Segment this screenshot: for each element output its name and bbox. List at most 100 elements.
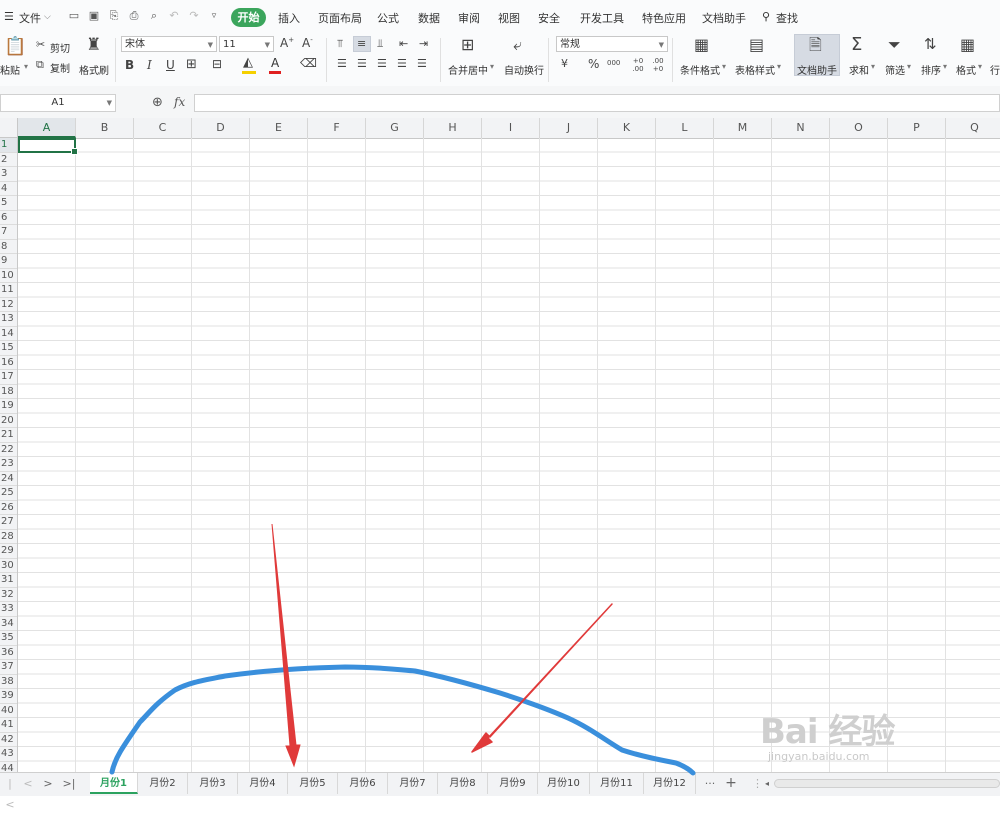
align-bottom-icon[interactable]: ⫫ xyxy=(377,38,383,49)
sheet-tab[interactable]: 月份2 xyxy=(138,773,188,794)
row-header[interactable]: 35 xyxy=(0,631,17,646)
row-header[interactable]: 25 xyxy=(0,486,17,501)
distributed-icon[interactable]: ☰ xyxy=(417,58,427,69)
column-header[interactable]: H xyxy=(424,118,482,138)
wrap-text-icon[interactable]: ⤶ xyxy=(513,37,522,53)
chevron-down-icon[interactable]: ⌵ xyxy=(44,12,51,22)
save-icon[interactable]: ▣ xyxy=(88,10,100,22)
tab-security[interactable]: 安全 xyxy=(538,10,560,26)
sheet-tab[interactable]: 月份9 xyxy=(488,773,538,794)
currency-button[interactable]: ¥ xyxy=(561,58,568,69)
column-header[interactable]: K xyxy=(598,118,656,138)
tab-insert[interactable]: 插入 xyxy=(278,10,300,26)
tab-formulas[interactable]: 公式 xyxy=(377,10,399,26)
chevron-down-icon[interactable]: ▾ xyxy=(722,62,726,71)
justify-icon[interactable]: ☰ xyxy=(397,58,407,69)
row-header[interactable]: 5 xyxy=(0,196,17,211)
row-header[interactable]: 18 xyxy=(0,385,17,399)
format-icon[interactable]: ▦ xyxy=(960,37,975,53)
chevron-down-icon[interactable]: ▾ xyxy=(777,62,781,71)
search-icon[interactable]: ⚲ xyxy=(762,10,770,23)
row-header[interactable]: 15 xyxy=(0,341,17,356)
paste-dropdown-icon[interactable]: ▾ xyxy=(24,62,28,71)
sheet-tab[interactable]: 月份6 xyxy=(338,773,388,794)
row-header[interactable]: 39 xyxy=(0,689,17,704)
align-left-icon[interactable]: ☰ xyxy=(337,58,347,69)
fill-color-icon[interactable]: ◭ xyxy=(243,56,253,69)
paste-button[interactable]: 粘贴 xyxy=(0,62,20,77)
thousands-button[interactable]: 000 xyxy=(607,60,620,67)
print-icon[interactable]: ⎙ xyxy=(128,10,140,22)
sheet-tab[interactable]: 月份1 xyxy=(90,773,138,794)
chevron-down-icon[interactable]: ▾ xyxy=(943,62,947,71)
first-sheet-icon[interactable]: |< xyxy=(4,773,16,811)
row-header[interactable]: 13 xyxy=(0,312,17,327)
column-header[interactable]: N xyxy=(772,118,830,138)
tab-doc-assistant[interactable]: 文档助手 xyxy=(702,10,746,26)
row-header[interactable]: 16 xyxy=(0,356,17,370)
scissors-icon[interactable]: ✂ xyxy=(36,39,45,50)
column-header[interactable]: L xyxy=(656,118,714,138)
row-header[interactable]: 42 xyxy=(0,733,17,747)
chevron-down-icon[interactable]: ▼ xyxy=(107,95,112,111)
row-header[interactable]: 22 xyxy=(0,443,17,457)
column-header[interactable]: J xyxy=(540,118,598,138)
last-sheet-icon[interactable]: >| xyxy=(62,773,76,794)
decrease-decimal-button[interactable]: .00 +0 xyxy=(650,57,666,73)
align-middle-icon[interactable]: ≡ xyxy=(357,38,366,49)
fx-button[interactable]: fx xyxy=(174,95,185,109)
tab-developer[interactable]: 开发工具 xyxy=(580,10,624,26)
sheet-tab[interactable]: 月份11 xyxy=(590,773,644,794)
column-header[interactable]: E xyxy=(250,118,308,138)
prev-sheet-icon[interactable]: < xyxy=(22,773,34,794)
align-right-icon[interactable]: ☰ xyxy=(377,58,387,69)
row-header[interactable]: 11 xyxy=(0,283,17,298)
row-header[interactable]: 2 xyxy=(0,153,17,167)
row-header[interactable]: 27 xyxy=(0,515,17,530)
formula-input[interactable] xyxy=(194,94,1000,112)
file-menu[interactable]: 文件 xyxy=(19,10,41,26)
row-header[interactable]: 29 xyxy=(0,544,17,559)
more-sheets-button[interactable]: ··· xyxy=(702,773,718,794)
font-name-select[interactable]: 宋体 ▼ xyxy=(121,36,217,52)
row-header[interactable]: 17 xyxy=(0,370,17,385)
column-header[interactable]: Q xyxy=(946,118,1000,138)
row-header[interactable]: 23 xyxy=(0,457,17,472)
format-painter-button[interactable]: 格式刷 xyxy=(79,62,109,77)
row-header[interactable]: 8 xyxy=(0,240,17,254)
sheet-tab[interactable]: 月份3 xyxy=(188,773,238,794)
align-center-icon[interactable]: ☰ xyxy=(357,58,367,69)
row-header[interactable]: 33 xyxy=(0,602,17,617)
row-header[interactable]: 38 xyxy=(0,675,17,689)
underline-button[interactable]: U xyxy=(166,59,175,71)
chevron-down-icon[interactable]: ▾ xyxy=(871,62,875,71)
chevron-down-icon[interactable]: ▾ xyxy=(490,62,494,71)
tab-data[interactable]: 数据 xyxy=(418,10,440,26)
row-header[interactable]: 9 xyxy=(0,254,17,269)
column-header[interactable]: P xyxy=(888,118,946,138)
sum-icon[interactable]: Σ xyxy=(851,36,862,54)
sort-icon[interactable]: ⇅ xyxy=(924,37,937,52)
filter-button[interactable]: 筛选 xyxy=(885,62,905,77)
bold-button[interactable]: B xyxy=(125,59,134,71)
number-format-select[interactable]: 常规 ▼ xyxy=(556,36,668,52)
column-header[interactable]: A xyxy=(18,118,76,138)
outdent-icon[interactable]: ⇤ xyxy=(399,38,408,49)
row-header[interactable]: 7 xyxy=(0,225,17,240)
customize-icon[interactable]: ▿ xyxy=(208,10,220,22)
eraser-icon[interactable]: ⌫ xyxy=(300,57,317,69)
sheet-tab[interactable]: 月份8 xyxy=(438,773,488,794)
copy-button[interactable]: 复制 xyxy=(50,60,70,75)
redo-icon[interactable]: ↷ xyxy=(188,10,200,22)
row-header[interactable]: 21 xyxy=(0,428,17,443)
row-header[interactable]: 4 xyxy=(0,182,17,196)
tab-view[interactable]: 视图 xyxy=(498,10,520,26)
paste-icon[interactable]: 📋 xyxy=(4,38,26,56)
tab-review[interactable]: 审阅 xyxy=(458,10,480,26)
scroll-left-icon[interactable]: ◂ xyxy=(762,773,772,794)
sum-button[interactable]: 求和 xyxy=(849,62,869,77)
sheet-tab[interactable]: 月份12 xyxy=(644,773,696,794)
tab-home[interactable]: 开始 xyxy=(231,8,266,27)
font-color-icon[interactable]: A xyxy=(271,57,279,69)
wrap-text-button[interactable]: 自动换行 xyxy=(504,62,544,77)
